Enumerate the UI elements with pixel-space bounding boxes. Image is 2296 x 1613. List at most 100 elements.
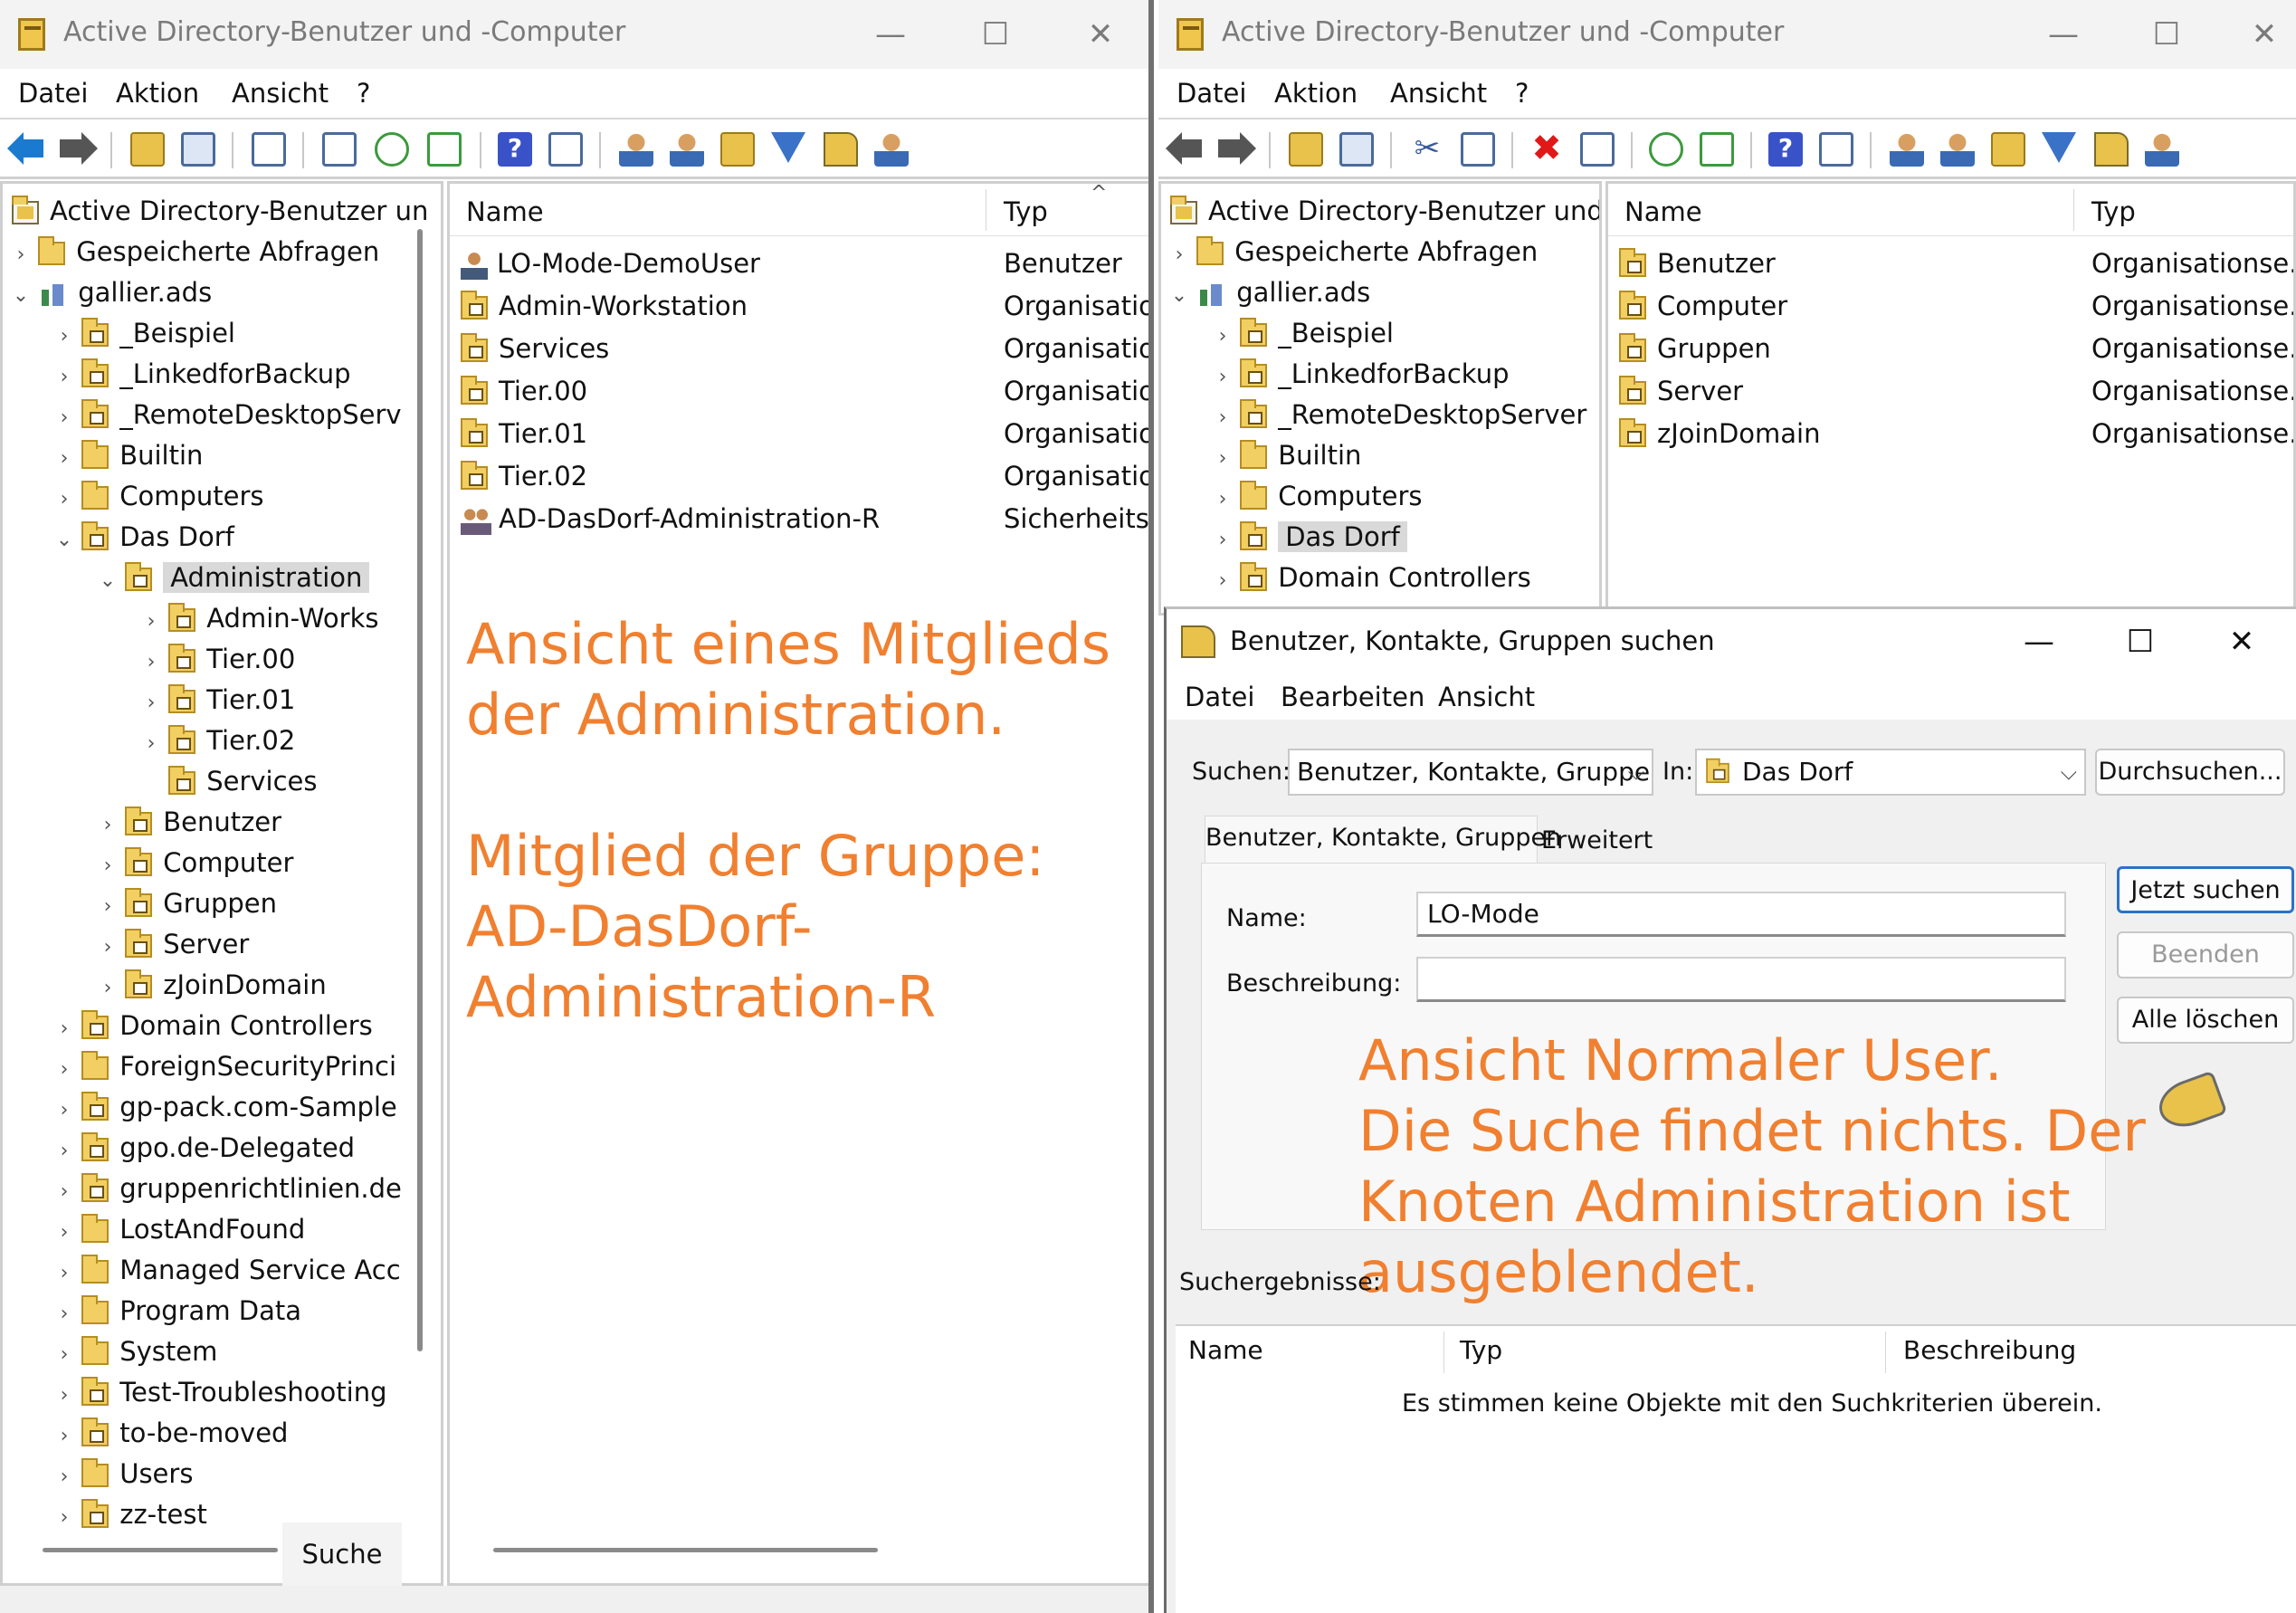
right-title-bar[interactable]: Active Directory-Benutzer und -Computer … [1158, 0, 2296, 69]
chevron-right-icon[interactable]: › [55, 359, 73, 396]
up-folder-icon[interactable] [130, 132, 165, 167]
tree-root[interactable]: Active Directory-Benutzer un [12, 193, 428, 229]
properties-icon[interactable] [1580, 132, 1615, 167]
maximize-button[interactable]: ☐ [2143, 11, 2190, 58]
new-group-icon[interactable] [670, 132, 704, 167]
suche-tab[interactable]: Suche [282, 1522, 402, 1586]
tab-benutzer-kontakte-gruppen[interactable]: Benutzer, Kontakte, Gruppen [1205, 816, 1561, 863]
chevron-right-icon[interactable]: › [99, 930, 117, 966]
help-icon[interactable]: ? [498, 132, 532, 167]
add-to-group-icon[interactable] [874, 132, 909, 167]
chevron-right-icon[interactable]: › [1214, 482, 1232, 518]
export-list-icon[interactable] [1700, 132, 1734, 167]
forward-arrow-icon[interactable] [1216, 132, 1256, 167]
tree-item[interactable]: › gruppenrichtlinien.de [55, 1170, 402, 1207]
col-name-header[interactable]: Name [466, 196, 544, 227]
tab-erweitert[interactable]: Erweitert [1541, 819, 1653, 863]
col-type-header[interactable]: Typ [1004, 196, 1048, 227]
left-title-bar[interactable]: Active Directory-Benutzer und -Computer … [0, 0, 1148, 69]
filter-icon[interactable] [2042, 132, 2076, 163]
beschreibung-input[interactable] [1416, 957, 2066, 1002]
chevron-right-icon[interactable]: › [55, 400, 73, 436]
tree-item[interactable]: Services [142, 763, 318, 799]
location-select[interactable]: Das Dorf ⌵ [1695, 749, 2086, 796]
tree-item[interactable]: › gp-pack.com-Sample [55, 1089, 397, 1125]
chevron-right-icon[interactable]: › [55, 1337, 73, 1373]
tree-item[interactable]: › Tier.01 [142, 682, 295, 718]
tree-domain[interactable]: ⌄ gallier.ads [1170, 274, 1370, 310]
tree-item[interactable]: › Computers [1214, 478, 1423, 514]
tree-item[interactable]: › to-be-moved [55, 1415, 288, 1451]
list-item[interactable]: Tier.02 [461, 456, 587, 496]
cut-icon[interactable]: ✂ [1410, 132, 1444, 167]
new-ou-icon[interactable] [720, 132, 755, 167]
tree-item[interactable]: › Builtin [1214, 437, 1361, 473]
tree-item[interactable]: ⌄ Administration [99, 559, 370, 596]
chevron-right-icon[interactable]: › [99, 889, 117, 925]
col-name-header[interactable]: Name [1624, 196, 1702, 227]
tree-item[interactable]: › _RemoteDesktopServer [1214, 396, 1586, 433]
tree-item[interactable]: › Tier.00 [142, 641, 295, 677]
list-horizontal-scrollbar[interactable] [493, 1548, 878, 1552]
chevron-right-icon[interactable]: › [1214, 359, 1232, 396]
tree-item[interactable]: › Domain Controllers [55, 1007, 373, 1044]
dialog-menu-bearbeiten[interactable]: Bearbeiten [1281, 682, 1424, 712]
chevron-right-icon[interactable]: › [1214, 319, 1232, 355]
results-list[interactable]: Name Typ Beschreibung Es stimmen keine O… [1176, 1324, 2296, 1613]
tree-item[interactable]: › ForeignSecurityPrinci [55, 1048, 396, 1084]
dialog-minimize-button[interactable]: — [2015, 618, 2063, 665]
chevron-down-icon[interactable]: ⌄ [55, 522, 73, 558]
minimize-button[interactable]: — [867, 11, 914, 58]
menu-datei[interactable]: Datei [1177, 78, 1246, 109]
tree-item[interactable]: › Gruppen [99, 885, 277, 921]
list-item[interactable]: Benutzer [1619, 243, 1776, 283]
tree-vertical-scrollbar[interactable] [417, 229, 423, 1351]
chevron-right-icon[interactable]: › [55, 1174, 73, 1210]
console-icon[interactable] [548, 132, 583, 167]
left-list-pane[interactable]: Name Typ ^ LO-Mode-DemoUser Benutzer Admin… [447, 181, 1148, 1586]
chevron-right-icon[interactable]: › [55, 482, 73, 518]
results-col-typ[interactable]: Typ [1460, 1335, 1502, 1365]
tree-item[interactable]: › Users [55, 1456, 193, 1492]
tree-item[interactable]: › _LinkedforBackup [1214, 356, 1510, 392]
tree-item[interactable]: › Admin-Works [142, 600, 378, 636]
list-item[interactable]: Gruppen [1619, 329, 1771, 368]
tree-domain[interactable]: ⌄ gallier.ads [12, 274, 212, 310]
tree-item[interactable]: › _Beispiel [1214, 315, 1394, 351]
right-tree-pane[interactable]: Active Directory-Benutzer und - › Gespei… [1158, 181, 1602, 616]
tree-item[interactable]: › Tier.02 [142, 722, 295, 759]
new-user-icon[interactable] [619, 132, 653, 167]
list-item[interactable]: LO-Mode-DemoUser [461, 243, 760, 283]
chevron-right-icon[interactable]: › [142, 726, 160, 762]
tree-item[interactable]: › _LinkedforBackup [55, 356, 351, 392]
tree-root[interactable]: Active Directory-Benutzer und - [1170, 193, 1599, 229]
close-button[interactable]: ✕ [2241, 11, 2288, 58]
back-arrow-icon[interactable] [7, 132, 47, 167]
dialog-menu-datei[interactable]: Datei [1185, 682, 1254, 712]
chevron-right-icon[interactable]: › [1214, 400, 1232, 436]
results-col-name[interactable]: Name [1188, 1335, 1263, 1365]
chevron-right-icon[interactable]: › [1214, 522, 1232, 558]
tree-item[interactable]: › Domain Controllers [1214, 559, 1531, 596]
list-item[interactable]: Tier.01 [461, 414, 587, 453]
back-arrow-icon[interactable] [1166, 132, 1205, 167]
list-item[interactable]: AD-DasDorf-Administration-R [461, 499, 880, 539]
menu-help[interactable]: ? [357, 78, 370, 109]
chevron-right-icon[interactable]: › [99, 848, 117, 884]
chevron-right-icon[interactable]: › [55, 1133, 73, 1169]
clipboard-icon[interactable] [252, 132, 286, 167]
chevron-right-icon[interactable]: › [1214, 563, 1232, 599]
beenden-button[interactable]: Beenden [2117, 931, 2294, 978]
tree-item[interactable]: › zJoinDomain [99, 967, 327, 1003]
maximize-button[interactable]: ☐ [972, 11, 1019, 58]
tree-saved-queries[interactable]: › Gespeicherte Abfragen [12, 234, 379, 270]
console-icon[interactable] [1819, 132, 1853, 167]
chevron-right-icon[interactable]: › [55, 1011, 73, 1047]
chevron-right-icon[interactable]: › [55, 1052, 73, 1088]
up-folder-icon[interactable] [1289, 132, 1323, 167]
tree-item[interactable]: › gpo.de-Delegated [55, 1130, 355, 1166]
jetzt-suchen-button[interactable]: Jetzt suchen [2117, 866, 2294, 913]
chevron-right-icon[interactable]: › [55, 1459, 73, 1495]
menu-ansicht[interactable]: Ansicht [232, 78, 329, 109]
tree-item[interactable]: › _RemoteDesktopServ [55, 396, 402, 433]
